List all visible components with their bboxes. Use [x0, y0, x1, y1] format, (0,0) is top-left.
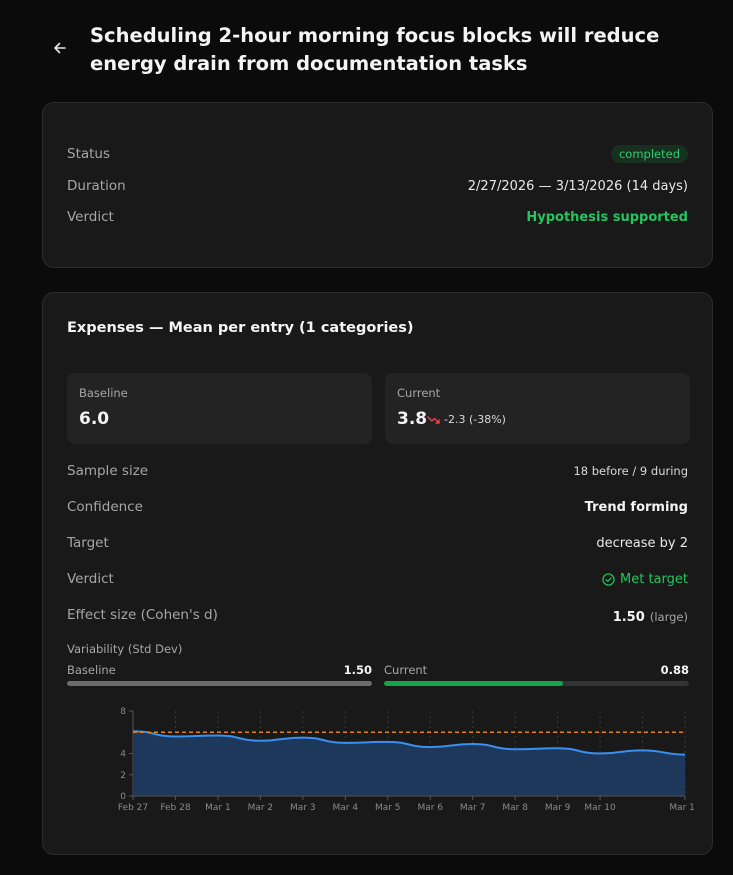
target-row: Target decrease by 2	[67, 533, 688, 553]
metric-verdict: Met target	[602, 572, 688, 587]
status-label: Status	[67, 146, 111, 162]
variability-baseline: Baseline 1.50	[67, 663, 372, 686]
effect-size-qualifier: (large)	[649, 609, 688, 624]
x-tick-label: Feb 27	[118, 803, 148, 813]
metric-verdict-value: Met target	[620, 571, 688, 587]
x-tick-label: Feb 28	[160, 803, 191, 813]
confidence-row: Confidence Trend forming	[67, 497, 688, 517]
x-tick-label: Mar 10	[584, 803, 616, 813]
target-label: Target	[67, 535, 109, 551]
effect-size: 1.50 (large)	[613, 606, 688, 625]
var-baseline-track	[67, 681, 372, 686]
x-tick-label: Mar 3	[290, 803, 316, 813]
status-badge: completed	[610, 145, 688, 163]
x-tick-label: Mar 12	[669, 803, 695, 813]
x-tick-label: Mar 5	[375, 803, 401, 813]
verdict-value: Hypothesis supported	[526, 209, 688, 225]
x-tick-label: Mar 2	[248, 803, 274, 813]
sample-size-value: 18 before / 9 during	[573, 464, 688, 478]
x-tick-label: Mar 7	[460, 803, 486, 813]
baseline-stat-box: Baseline 6.0	[67, 373, 372, 444]
current-label: Current	[397, 386, 441, 400]
var-baseline-value: 1.50	[343, 663, 372, 677]
trend-down-icon	[427, 415, 440, 424]
page-title: Scheduling 2-hour morning focus blocks w…	[90, 24, 660, 75]
verdict-label: Verdict	[67, 209, 114, 225]
metric-title: Expenses — Mean per entry (1 categories)	[67, 320, 414, 336]
confidence-label: Confidence	[67, 499, 143, 515]
y-tick-label: 2	[120, 771, 126, 781]
summary-card: Status completed Duration 2/27/2026 — 3/…	[42, 102, 713, 268]
duration-label: Duration	[67, 178, 126, 194]
sample-size-row: Sample size 18 before / 9 during	[67, 461, 688, 481]
target-value: decrease by 2	[596, 535, 688, 551]
trend-chart: 0 2 4 8 Feb 27 Feb 28 Mar 1 Mar 2 Mar 3 Mar 4 Mar …	[118, 707, 695, 813]
y-tick-label: 0	[120, 792, 126, 802]
var-baseline-bar	[67, 681, 372, 686]
var-current-track	[384, 681, 689, 686]
x-tick-label: Mar 6	[417, 803, 443, 813]
variability-current: Current 0.88	[384, 663, 689, 686]
sample-size-label: Sample size	[67, 463, 149, 479]
var-current-bar	[384, 681, 564, 686]
x-tick-label: Mar 8	[502, 803, 528, 813]
series-area	[133, 731, 685, 796]
delta-indicator: -2.3 (-38%)	[427, 413, 506, 426]
y-tick-label: 8	[120, 707, 126, 717]
var-baseline-label: Baseline	[67, 663, 116, 677]
variability-title: Variability (Std Dev)	[67, 642, 183, 656]
baseline-label: Baseline	[79, 386, 128, 400]
current-value: 3.8	[397, 409, 428, 429]
metric-verdict-row: Verdict Met target	[67, 569, 688, 589]
check-circle-icon	[602, 572, 615, 586]
effect-size-label: Effect size (Cohen's d)	[67, 607, 218, 623]
delta-value: -2.3 (-38%)	[444, 413, 506, 426]
y-tick-label: 4	[120, 750, 126, 760]
x-tick-label: Mar 9	[545, 803, 571, 813]
var-current-value: 0.88	[660, 663, 689, 677]
duration-row: Duration 2/27/2026 — 3/13/2026 (14 days)	[67, 176, 688, 196]
effect-size-row: Effect size (Cohen's d) 1.50 (large)	[67, 605, 688, 625]
page-header: Scheduling 2-hour morning focus blocks w…	[0, 0, 733, 100]
confidence-value: Trend forming	[584, 499, 688, 515]
current-stat-box: Current 3.8 -2.3 (-38%)	[385, 373, 690, 444]
baseline-value: 6.0	[79, 409, 110, 429]
metric-verdict-label: Verdict	[67, 571, 114, 587]
var-current-label: Current	[384, 663, 428, 677]
verdict-row: Verdict Hypothesis supported	[67, 207, 688, 227]
effect-size-value: 1.50	[612, 609, 645, 625]
back-arrow-icon[interactable]	[50, 38, 70, 58]
x-tick-label: Mar 1	[205, 803, 231, 813]
metric-card: Expenses — Mean per entry (1 categories)…	[42, 292, 713, 855]
duration-value: 2/27/2026 — 3/13/2026 (14 days)	[467, 178, 688, 194]
status-row: Status completed	[67, 144, 688, 164]
x-tick-label: Mar 4	[333, 803, 359, 813]
